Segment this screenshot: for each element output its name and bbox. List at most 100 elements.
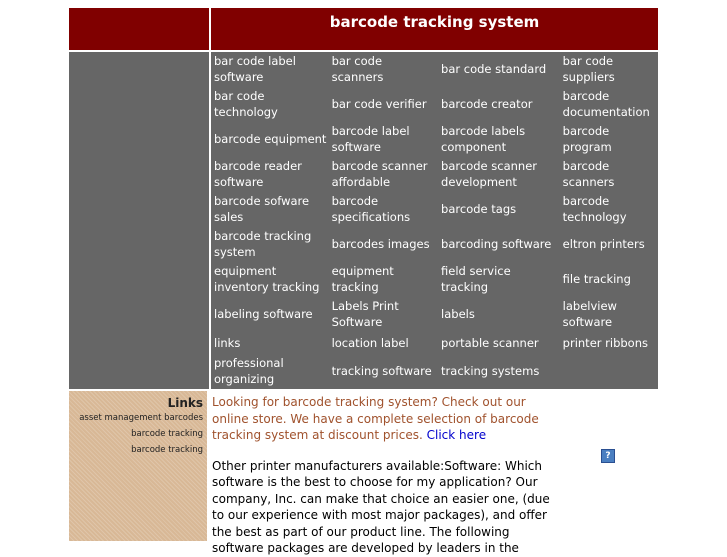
header-left-cell (69, 8, 211, 50)
links-cell: links (211, 332, 329, 354)
nav-link[interactable]: professional organizing (214, 356, 284, 386)
links-cell: barcode label software (329, 122, 438, 157)
nav-link[interactable]: barcode tags (441, 202, 516, 216)
links-row: professional organizing tracking software… (211, 354, 658, 389)
sidebar-link[interactable]: barcode tracking (69, 426, 203, 442)
links-cell: bar code suppliers (560, 52, 658, 87)
nav-link[interactable]: barcode sofware sales (214, 194, 309, 224)
nav-link[interactable]: barcode program (563, 124, 612, 154)
links-cell: barcode labels component (438, 122, 560, 157)
links-row: labeling software Labels Print Software la… (211, 297, 658, 332)
nav-link[interactable]: bar code scanners (332, 54, 384, 84)
nav-link[interactable]: file tracking (563, 272, 631, 286)
links-row: bar code technology bar code verifier barc… (211, 87, 658, 122)
nav-link[interactable]: barcode scanner affordable (332, 159, 428, 189)
nav-link[interactable]: barcode equipment (214, 132, 326, 146)
sidebar-link[interactable]: barcode tracking (69, 442, 203, 458)
nav-link[interactable]: portable scanner (441, 336, 539, 350)
click-here-link[interactable]: Click here (427, 428, 486, 442)
sidebar-link[interactable]: asset management barcodes (69, 410, 203, 426)
links-cell: eltron printers (560, 227, 658, 262)
help-icon[interactable]: ? (601, 449, 615, 463)
nav-link[interactable]: barcode scanners (563, 159, 615, 189)
nav-link[interactable]: eltron printers (563, 237, 645, 251)
nav-link[interactable]: bar code suppliers (563, 54, 615, 84)
nav-link[interactable]: barcode technology (563, 194, 627, 224)
links-cell: field service tracking (438, 262, 560, 297)
nav-link[interactable]: bar code verifier (332, 97, 427, 111)
nav-link[interactable]: links (214, 336, 240, 350)
nav-link[interactable]: barcode label software (332, 124, 410, 154)
nav-link[interactable]: barcode scanner development (441, 159, 537, 189)
nav-link[interactable]: equipment tracking (332, 264, 394, 294)
links-cell: tracking systems (438, 354, 560, 389)
links-cell: barcodes images (329, 227, 438, 262)
links-cell: bar code technology (211, 87, 329, 122)
nav-link[interactable]: barcode specifications (332, 194, 411, 224)
nav-link[interactable]: barcode creator (441, 97, 532, 111)
content: Looking for barcode tracking system? Che… (209, 391, 658, 557)
links-table: bar code label software bar code scanners… (211, 52, 658, 389)
nav-link[interactable]: barcode labels component (441, 124, 525, 154)
page-title: barcode tracking system (211, 8, 658, 50)
nav-link[interactable]: location label (332, 336, 409, 350)
links-cell: Labels Print Software (329, 297, 438, 332)
nav-link[interactable]: barcodes images (332, 237, 430, 251)
links-row: equipment inventory tracking equipment tr… (211, 262, 658, 297)
links-cell: barcode technology (560, 192, 658, 227)
links-cell: barcode program (560, 122, 658, 157)
sidebar-heading: Links (167, 396, 203, 410)
links-cell: barcode tracking system (211, 227, 329, 262)
links-cell: barcode tags (438, 192, 560, 227)
nav-link[interactable]: tracking systems (441, 364, 539, 378)
nav-link[interactable]: barcode reader software (214, 159, 302, 189)
links-cell: equipment tracking (329, 262, 438, 297)
links-cell: equipment inventory tracking (211, 262, 329, 297)
nav-link[interactable]: field service tracking (441, 264, 511, 294)
links-cell: location label (329, 332, 438, 354)
nav-link[interactable]: labeling software (214, 307, 313, 321)
promo-paragraph: Looking for barcode tracking system? Che… (212, 394, 552, 444)
links-cell: professional organizing (211, 354, 329, 389)
page: barcode tracking system bar code label s… (69, 8, 658, 557)
promo-text: Looking for barcode tracking system? Che… (212, 395, 539, 442)
header: barcode tracking system (69, 8, 658, 50)
links-cell: bar code label software (211, 52, 329, 87)
links-cell: barcode equipment (211, 122, 329, 157)
body-paragraph: Other printer manufacturers available:So… (212, 458, 550, 556)
links-cell: barcode sofware sales (211, 192, 329, 227)
nav-link[interactable]: bar code standard (441, 62, 546, 76)
links-cell: file tracking (560, 262, 658, 297)
nav-left-cell (69, 52, 211, 389)
links-cell: labeling software (211, 297, 329, 332)
nav-link[interactable]: printer ribbons (563, 336, 648, 350)
links-row: bar code label software bar code scanners… (211, 52, 658, 87)
nav-link[interactable]: bar code label software (214, 54, 296, 84)
nav-link[interactable]: Labels Print Software (332, 299, 399, 329)
links-row: links location label portable scanner print… (211, 332, 658, 354)
nav-link[interactable]: bar code technology (214, 89, 278, 119)
nav-link[interactable]: labelview software (563, 299, 617, 329)
nav-link[interactable]: labels (441, 307, 475, 321)
nav-link[interactable]: tracking software (332, 364, 432, 378)
links-cell: barcode scanner affordable (329, 157, 438, 192)
nav-link[interactable]: barcode tracking system (214, 229, 311, 259)
links-row: barcode tracking system barcodes images ba… (211, 227, 658, 262)
links-cell: barcode creator (438, 87, 560, 122)
links-cell: barcode scanners (560, 157, 658, 192)
links-cell (560, 354, 658, 389)
links-cell: labelview software (560, 297, 658, 332)
main-section: Links asset management barcodes barcode … (69, 391, 658, 557)
links-row: barcode sofware sales barcode specificati… (211, 192, 658, 227)
links-row: barcode equipment barcode label software b… (211, 122, 658, 157)
nav-section: bar code label software bar code scanners… (69, 52, 658, 389)
nav-link[interactable]: barcode documentation (563, 89, 650, 119)
links-cell: bar code standard (438, 52, 560, 87)
nav-link[interactable]: barcoding software (441, 237, 551, 251)
links-cell: tracking software (329, 354, 438, 389)
nav-link[interactable]: equipment inventory tracking (214, 264, 319, 294)
links-cell: barcoding software (438, 227, 560, 262)
links-row: barcode reader software barcode scanner a… (211, 157, 658, 192)
links-cell: bar code scanners (329, 52, 438, 87)
links-cell: barcode documentation (560, 87, 658, 122)
